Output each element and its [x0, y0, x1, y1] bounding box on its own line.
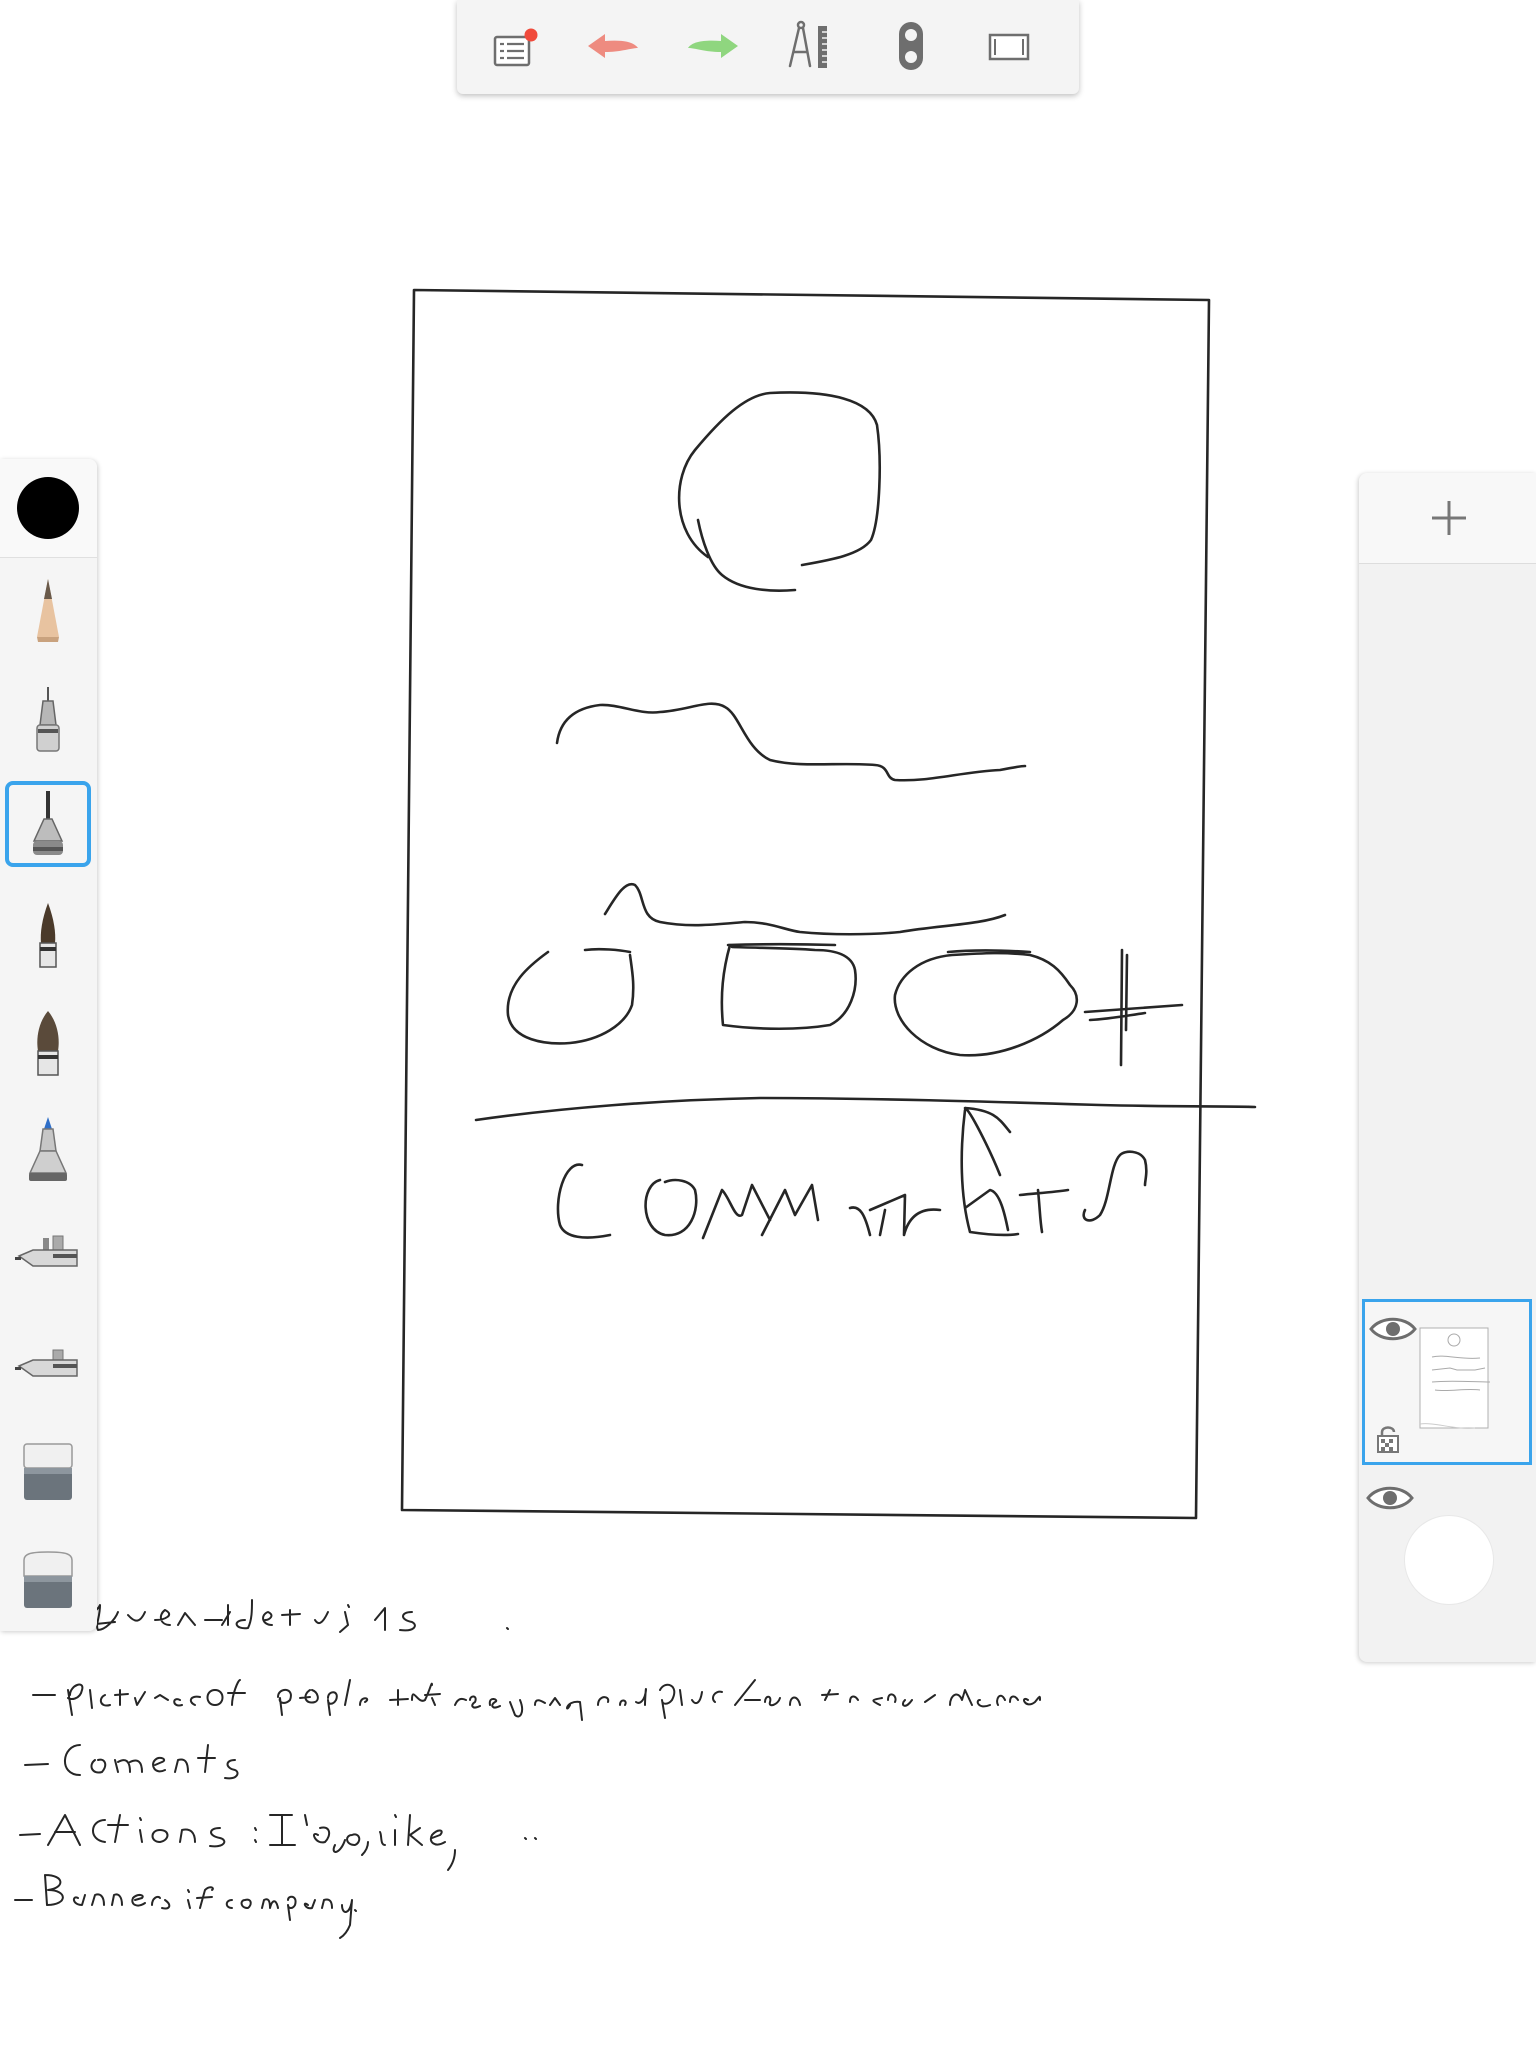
- canvas-frame-icon: [988, 33, 1030, 61]
- flat-brush-icon: [37, 1011, 59, 1076]
- compass-ruler-icon: [788, 20, 827, 68]
- sketch-attendee-1: [506, 947, 635, 1045]
- layers-panel: [1359, 473, 1536, 1662]
- pencil-brush-icon: [37, 579, 59, 642]
- layer-thumbnail: [1419, 1327, 1491, 1429]
- sketch-attendee-3: [893, 949, 1078, 1057]
- background-color-circle[interactable]: [1404, 1515, 1494, 1605]
- redo-arrow-icon: [688, 34, 738, 58]
- unlock-icon[interactable]: [1375, 1424, 1401, 1454]
- note-line-3: [24, 1744, 239, 1780]
- sketch-comments-word: [556, 1106, 1148, 1240]
- sketch-divider: [474, 1096, 1257, 1122]
- brush-ballpoint[interactable]: [5, 781, 91, 867]
- sketch-attendee-2: [720, 942, 857, 1031]
- brush-technical-pen[interactable]: [5, 677, 91, 763]
- undo-button[interactable]: [581, 16, 645, 76]
- brush-soft-eraser[interactable]: [5, 1429, 91, 1515]
- brush-hard-eraser[interactable]: [5, 1537, 91, 1623]
- soft-eraser-icon: [23, 1443, 73, 1500]
- brush-airbrush[interactable]: [5, 1211, 91, 1297]
- airbrush-icon: [15, 1235, 78, 1267]
- technical-pen-brush-icon: [36, 687, 60, 752]
- brush-airbrush-2[interactable]: [5, 1321, 91, 1407]
- add-layer-button[interactable]: [1359, 473, 1536, 564]
- sketch-title-line: [555, 702, 1027, 782]
- note-line-5: [14, 1874, 357, 1939]
- redo-button[interactable]: [681, 16, 745, 76]
- brush-palette: [0, 459, 97, 1631]
- guides-button[interactable]: [779, 16, 843, 76]
- airbrush-2-icon: [15, 1349, 78, 1377]
- top-toolbar: [457, 0, 1079, 94]
- brush-marker[interactable]: [5, 1107, 91, 1193]
- symmetry-button[interactable]: [879, 16, 943, 76]
- layer-item-1[interactable]: [1362, 1299, 1532, 1465]
- color-picker-area: [0, 459, 97, 558]
- eye-icon[interactable]: [1366, 1483, 1414, 1513]
- drawing-canvas[interactable]: [0, 0, 1536, 2048]
- sketch-avatar-circle: [677, 391, 881, 592]
- ballpoint-brush-icon: [32, 791, 64, 855]
- hard-eraser-icon: [23, 1551, 73, 1608]
- menu-button[interactable]: [483, 16, 547, 76]
- brush-pencil[interactable]: [5, 567, 91, 653]
- undo-arrow-icon: [588, 34, 638, 58]
- sketch-plus-button: [1083, 948, 1184, 1067]
- note-line-4: [19, 1814, 537, 1871]
- note-line-2: [32, 1679, 1041, 1721]
- note-line-1: [27, 1599, 509, 1633]
- sketch-phone-frame: [400, 288, 1211, 1520]
- color-swatch[interactable]: [17, 477, 79, 539]
- notification-dot: [524, 28, 538, 42]
- canvas-button[interactable]: [977, 16, 1041, 76]
- add-layer-icon: [1432, 501, 1466, 535]
- layer-item-background[interactable]: [1362, 1469, 1532, 1639]
- brush-paintbrush[interactable]: [5, 891, 91, 977]
- paintbrush-brush-icon: [39, 903, 57, 968]
- brush-flat[interactable]: [5, 999, 91, 1085]
- symmetry-toggle-icon: [899, 22, 923, 70]
- marker-brush-icon: [28, 1117, 68, 1181]
- list-menu-icon: [493, 28, 538, 67]
- sketch-detail-line: [603, 882, 1007, 936]
